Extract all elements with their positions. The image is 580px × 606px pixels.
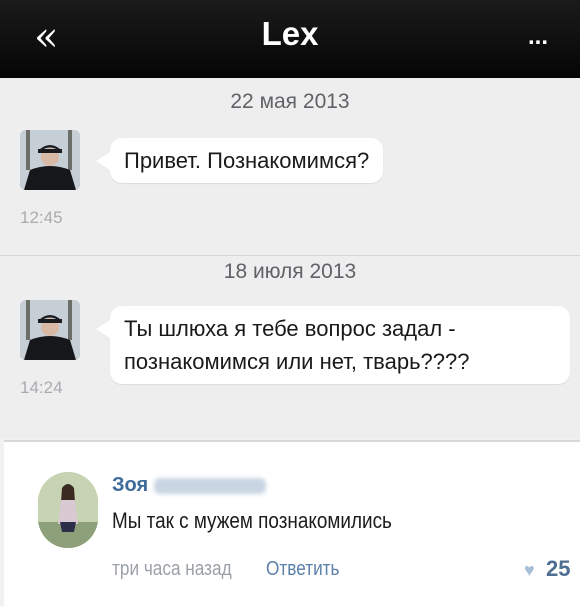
sender-avatar[interactable] xyxy=(20,300,80,360)
heart-icon[interactable]: ♥ xyxy=(524,560,535,581)
chat-header: « Lex ... xyxy=(0,0,580,78)
chat-title: Lex xyxy=(261,15,319,52)
reply-link[interactable]: Ответить xyxy=(266,558,340,581)
message-time: 14:24 xyxy=(20,378,63,397)
message-line: познакомимся или нет, тварь???? xyxy=(124,349,470,374)
like-count: 25 xyxy=(546,556,571,581)
date-separator: 22 мая 2013 xyxy=(230,90,350,113)
message-line: Привет. Познакомимся? xyxy=(124,148,370,173)
comment-text: Мы так с мужем познакомились xyxy=(112,508,392,533)
message-bubble: Ты шлюха я тебе вопрос задал - познакоми… xyxy=(96,306,570,384)
more-options-button[interactable]: ... xyxy=(528,22,548,52)
divider xyxy=(0,255,580,256)
message-thread: 22 мая 2013 Привет. Познакомимся? 12:45 … xyxy=(0,78,580,438)
message-bubble: Привет. Познакомимся? xyxy=(95,138,384,183)
comment-card: Зоя Мы так с мужем познакомились три час… xyxy=(4,440,580,606)
message-time: 12:45 xyxy=(20,208,63,227)
comment-timestamp: три часа назад xyxy=(112,558,232,580)
sender-avatar[interactable] xyxy=(20,130,80,190)
commenter-name[interactable]: Зоя xyxy=(112,474,148,497)
commenter-avatar[interactable] xyxy=(38,472,98,548)
message-line: Ты шлюха я тебе вопрос задал - xyxy=(124,316,456,341)
blurred-surname xyxy=(154,478,266,494)
date-separator: 18 июля 2013 xyxy=(223,260,357,283)
